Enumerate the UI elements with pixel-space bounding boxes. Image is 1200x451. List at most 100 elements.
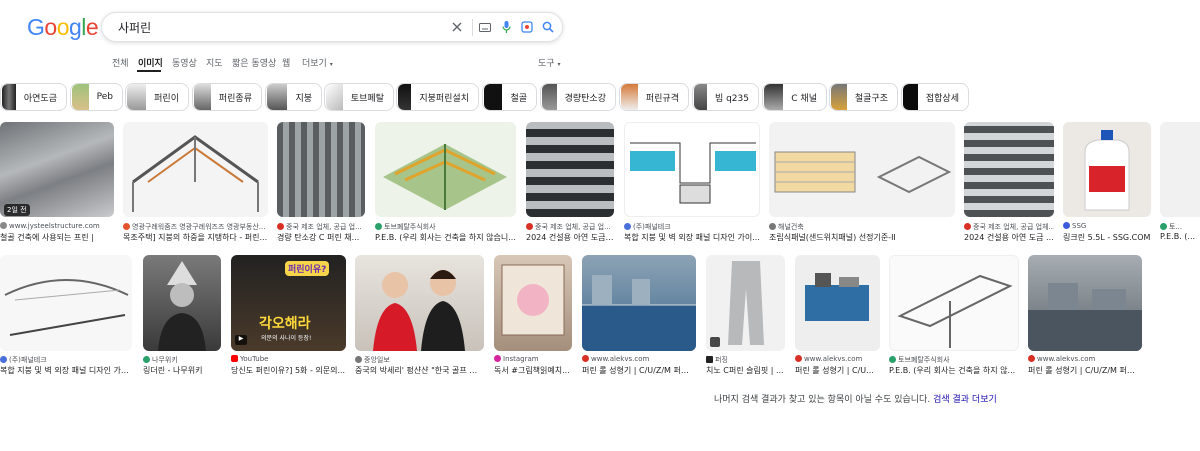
image-result[interactable]: 나무위키 링더린 - 나무위키 xyxy=(143,255,221,380)
favicon-icon xyxy=(355,356,362,363)
result-thumbnail xyxy=(769,122,955,217)
chip-steel-structure[interactable]: 철골구조 xyxy=(829,83,898,111)
tab-all[interactable]: 전체 xyxy=(112,56,129,69)
result-source: www.alekvs.com xyxy=(795,355,880,363)
result-source: 토... xyxy=(1160,222,1200,232)
image-result[interactable]: 토브폐탈주식회사 P.E.B. (우리 회사는 건축을 하지 않습니... xyxy=(375,122,516,247)
chip-thumbnail xyxy=(326,84,343,110)
more-results-notice: 나머지 검색 결과가 찾고 있는 항목이 아닐 수도 있습니다. 검색 결과 더… xyxy=(714,392,997,405)
result-thumbnail xyxy=(964,122,1054,217)
search-box[interactable]: 사퍼린 xyxy=(101,12,563,42)
tab-web[interactable]: 웹 xyxy=(282,56,290,69)
search-input[interactable]: 사퍼린 xyxy=(118,19,151,36)
image-result[interactable]: Instagram 독서 #그림책읽예치... xyxy=(494,255,572,380)
result-thumbnail xyxy=(706,255,785,351)
image-result[interactable]: (주)패널테크 복합 지붕 및 벽 외장 패널 디자인 가이... xyxy=(0,255,132,380)
chip-purlin-beginner[interactable]: 퍼린이 xyxy=(125,83,189,111)
image-result[interactable]: 토... P.E.B. (... xyxy=(1160,122,1200,247)
result-source-text: 중국 제조 업체, 공급 업체... xyxy=(973,223,1054,231)
image-result[interactable]: 중국 제조 업체, 공급 업... 경량 탄소강 C 퍼린 채... xyxy=(277,122,365,247)
more-results-link[interactable]: 검색 결과 더보기 xyxy=(933,395,997,405)
image-result[interactable]: www.alekvs.com 퍼린 롤 성형기 | C/U/Z/M 퍼린 ... xyxy=(1028,255,1142,380)
google-logo[interactable]: Google xyxy=(27,14,99,41)
image-result[interactable]: 중앙일보 중국의 박세리' 펑샨샨 "한국 골프 배... xyxy=(355,255,484,380)
result-title: 퍼린 롤 성형기 | C/U/Z/M 퍼린 ... xyxy=(582,366,696,375)
result-title: 2024 건설용 아연 도금 ... xyxy=(526,233,614,242)
chip-label: 지붕 xyxy=(295,93,312,104)
result-title: 복합 지붕 및 벽 외장 패널 디자인 가이... xyxy=(624,233,760,242)
result-title: 퍼린 롤 성형기 | C/U/Z/M 퍼린 ... xyxy=(1028,366,1142,375)
chip-purlin-types[interactable]: 퍼린종류 xyxy=(192,83,262,111)
camera-lens-icon[interactable] xyxy=(520,20,534,34)
result-source: (주)패널테크 xyxy=(0,355,132,365)
chip-label: 철골구조 xyxy=(854,93,888,104)
image-result[interactable]: 퍼징 치노 C퍼린 슬림핏 | ... xyxy=(706,255,785,380)
result-source-text: 중국 제조 업체, 공급 업... xyxy=(535,223,611,231)
favicon-icon xyxy=(526,223,533,230)
image-result[interactable]: 2일 전 www.jysteelstructure.com 철골 건축에 사용되… xyxy=(0,122,114,247)
chip-thumbnail xyxy=(72,84,89,110)
result-thumbnail xyxy=(795,255,880,351)
image-result[interactable]: SSG 링크린 5.5L - SSG.COM xyxy=(1063,122,1151,247)
steel-beam-diagram xyxy=(897,274,1013,348)
building-frame-illustration xyxy=(383,144,507,210)
chip-thumbnail xyxy=(484,84,503,110)
result-title: 복합 지붕 및 벽 외장 패널 디자인 가이... xyxy=(0,366,132,375)
chip-joint-detail[interactable]: 접합상세 xyxy=(901,83,969,111)
image-result[interactable]: 중국 제조 업체, 공급 업... 2024 건설용 아연 도금 ... xyxy=(526,122,614,247)
chip-peb[interactable]: Peb xyxy=(70,83,123,111)
result-source-text: Instagram xyxy=(503,355,539,363)
chip-steel-frame[interactable]: 철골 xyxy=(482,83,537,111)
chip-c-channel[interactable]: C 채널 xyxy=(762,83,827,111)
image-result[interactable]: www.alekvs.com 퍼린 롤 성형기 | C/U/Z/M 퍼린 ... xyxy=(582,255,696,380)
chip-galvanized[interactable]: 아연도금 xyxy=(0,83,67,111)
favicon-icon xyxy=(582,355,589,362)
result-source-text: 토브폐탈주식회사 xyxy=(384,223,436,231)
image-result[interactable]: 퍼린이유? 각오해라 의문의 사나이 등장! ▶ YouTube 당신도 퍼린이… xyxy=(231,255,346,380)
keyboard-icon[interactable] xyxy=(478,20,492,34)
tab-more[interactable]: 더보기 ▾ xyxy=(302,56,333,69)
tab-videos[interactable]: 동영상 xyxy=(172,56,197,69)
microphone-icon[interactable] xyxy=(499,20,513,34)
clear-icon[interactable] xyxy=(450,20,464,34)
tab-short-videos[interactable]: 짧은 동영상 xyxy=(232,56,276,69)
chip-beam-q235[interactable]: 빔 q235 xyxy=(692,83,759,111)
result-source: 나무위키 xyxy=(143,355,221,365)
result-title: 퍼린 롤 성형기 | C/U... xyxy=(795,366,874,375)
result-source: 토브폐탈주식회사 xyxy=(889,355,1019,365)
image-result[interactable]: 토브폐탈주식회사 P.E.B. (우리 회사는 건축을 하지 않... xyxy=(889,255,1019,380)
favicon-icon xyxy=(1160,223,1167,230)
result-source-text: 퍼징 xyxy=(715,356,728,364)
image-result[interactable]: 영광구례워줌즈 영광구례워즈즈 영광부동산... 목조주택] 지붕의 하중을 지… xyxy=(123,122,268,247)
image-result[interactable]: 해널건축 조립식패널(샌드위치패널) 선정기준-II xyxy=(769,122,955,247)
divider xyxy=(472,19,473,36)
result-thumbnail xyxy=(123,122,268,217)
result-title: 조립식패널(샌드위치패널) 선정기준-II xyxy=(769,233,896,242)
chip-purlin-spec[interactable]: 퍼린규격 xyxy=(619,83,689,111)
play-icon: ▶ xyxy=(235,335,247,345)
chip-roof[interactable]: 지붕 xyxy=(265,83,322,111)
tools-button[interactable]: 도구 ▾ xyxy=(538,56,560,69)
image-result[interactable]: www.alekvs.com 퍼린 롤 성형기 | C/U... xyxy=(795,255,880,380)
result-source: YouTube xyxy=(231,355,346,363)
image-result[interactable]: 중국 제조 업체, 공급 업체... 2024 건설용 아연 도금 ... xyxy=(964,122,1054,247)
roof-truss-diagram xyxy=(132,135,259,212)
chip-tobeu[interactable]: 토브폐탈 xyxy=(324,83,394,111)
result-source: SSG xyxy=(1063,222,1151,230)
chip-light-carbon-steel[interactable]: 경량탄소강 xyxy=(540,83,616,111)
tab-images[interactable]: 이미지 xyxy=(138,56,163,69)
chip-label: 경량탄소강 xyxy=(564,93,606,104)
result-title: P.E.B. (... xyxy=(1160,232,1196,241)
image-result[interactable]: (주)패널테크 복합 지붕 및 벽 외장 패널 디자인 가이... xyxy=(624,122,760,247)
search-icon[interactable] xyxy=(541,20,555,34)
result-source-text: (주)패널테크 xyxy=(9,356,47,364)
result-thumbnail xyxy=(1028,255,1142,351)
result-source: www.alekvs.com xyxy=(582,355,696,363)
tab-maps[interactable]: 지도 xyxy=(206,56,223,69)
chip-label: 철골 xyxy=(510,93,527,104)
video-overlay-title: 퍼린이유? xyxy=(285,261,330,276)
chip-roof-purlin-install[interactable]: 지붕퍼린설치 xyxy=(396,83,479,111)
result-source-text: 해널건축 xyxy=(778,223,804,231)
factory-line-photo xyxy=(1028,283,1142,351)
result-thumbnail xyxy=(375,122,516,217)
